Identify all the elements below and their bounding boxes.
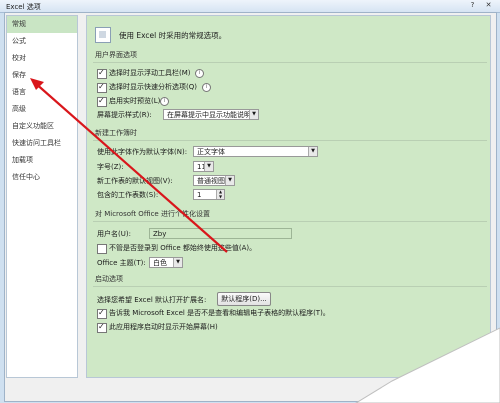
- annotation-arrow: [33, 81, 228, 253]
- annotation-overlay: [30, 78, 500, 403]
- callout-shape: [355, 327, 500, 403]
